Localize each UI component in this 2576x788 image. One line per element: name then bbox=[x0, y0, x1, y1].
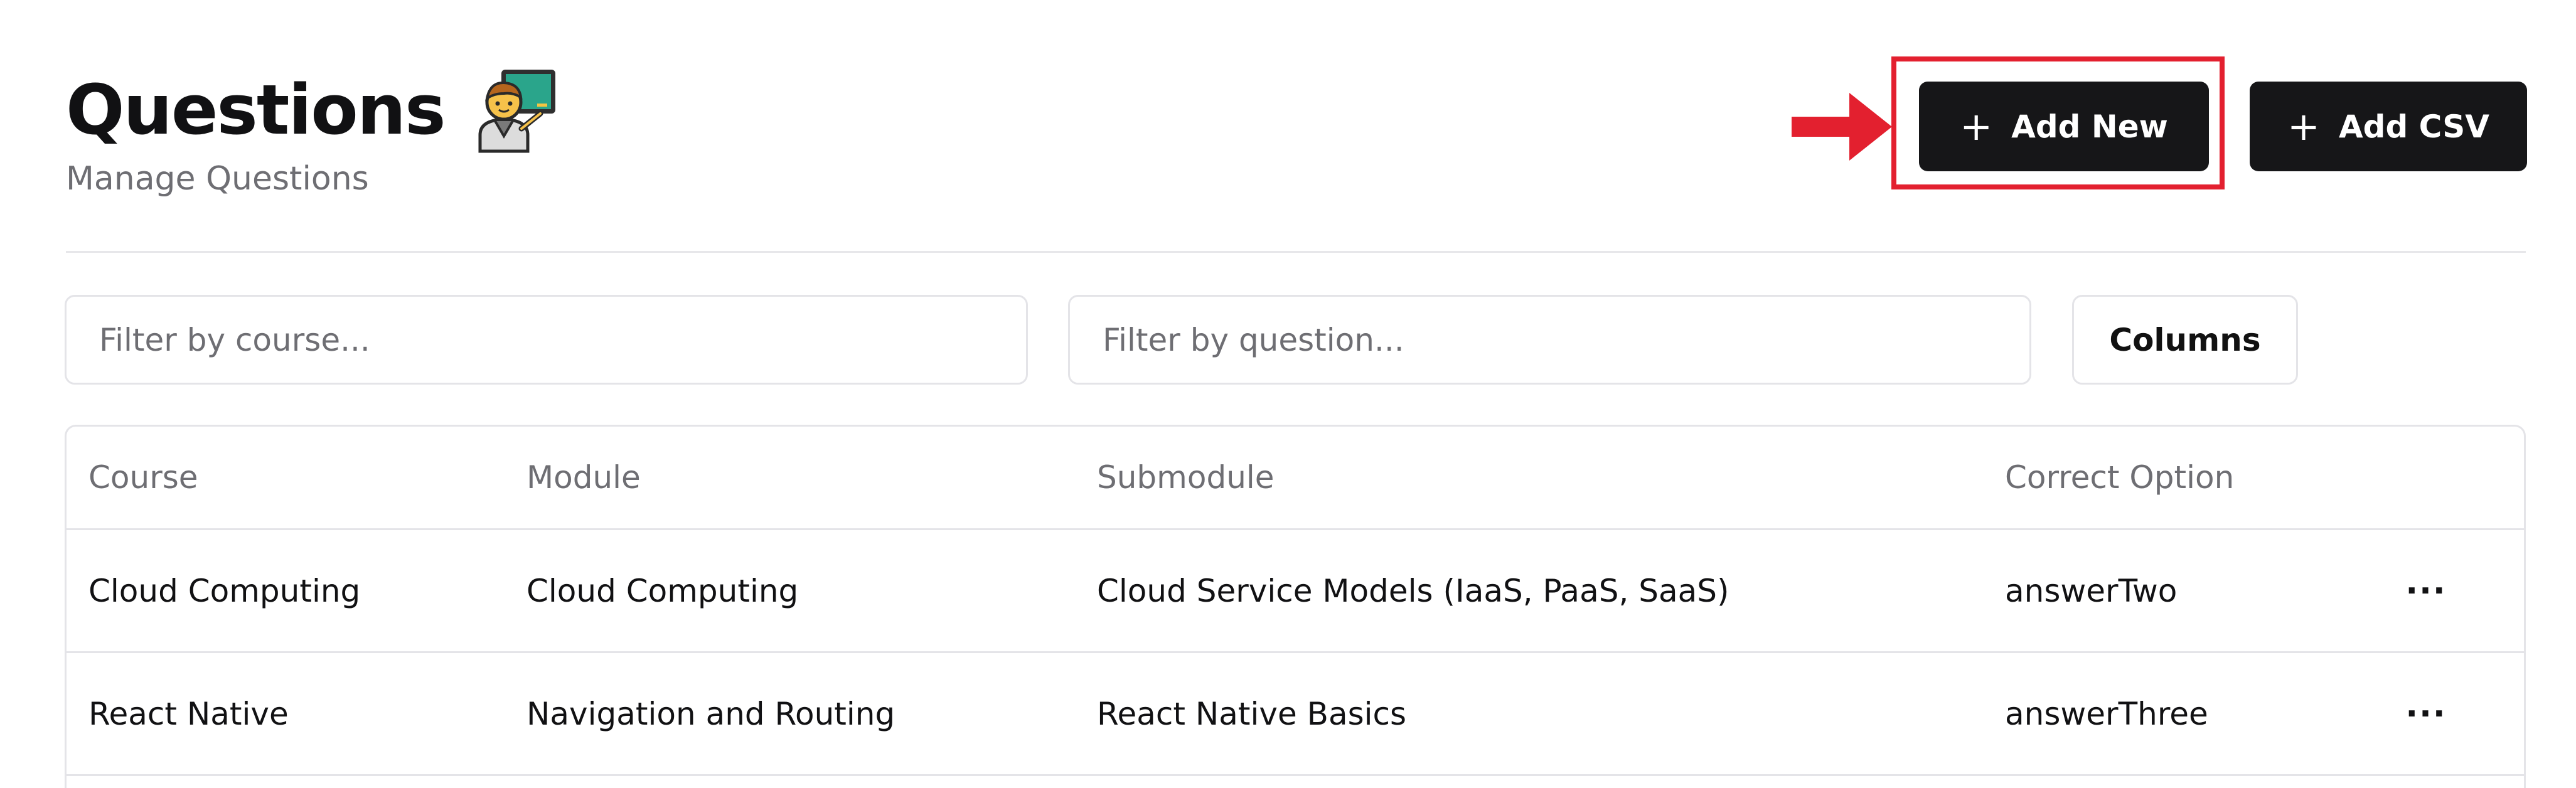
teacher-emoji-icon bbox=[478, 70, 555, 153]
column-header-module[interactable]: Module bbox=[526, 427, 641, 528]
plus-icon: + bbox=[2287, 103, 2320, 149]
cell-module: Cloud Computing bbox=[526, 572, 799, 609]
add-csv-label: Add CSV bbox=[2338, 108, 2489, 145]
table-row[interactable]: React Native Navigation and Routing Reac… bbox=[67, 653, 2524, 776]
plus-icon: + bbox=[1960, 103, 1993, 149]
table-header-row: Course Module Submodule Correct Option bbox=[67, 427, 2524, 530]
add-new-button[interactable]: + Add New bbox=[1919, 82, 2209, 171]
cell-course: React Native bbox=[88, 695, 289, 732]
filter-question-input[interactable] bbox=[1068, 295, 2031, 385]
filter-course-input[interactable] bbox=[65, 295, 1028, 385]
cell-course: Cloud Computing bbox=[88, 572, 361, 609]
cell-correct-option: answerTwo bbox=[2005, 572, 2178, 609]
title-row: Questions bbox=[66, 66, 559, 154]
annotation-arrow-icon bbox=[1792, 93, 1892, 161]
row-actions-menu-icon[interactable]: ··· bbox=[2401, 653, 2451, 774]
row-actions-menu-icon[interactable]: ··· bbox=[2401, 530, 2451, 651]
cell-submodule: Cloud Service Models (IaaS, PaaS, SaaS) bbox=[1097, 572, 1729, 609]
header-divider bbox=[66, 251, 2526, 253]
column-header-course[interactable]: Course bbox=[88, 427, 198, 528]
questions-table: Course Module Submodule Correct Option C… bbox=[65, 425, 2526, 788]
add-csv-button[interactable]: + Add CSV bbox=[2250, 82, 2527, 171]
column-header-correct-option[interactable]: Correct Option bbox=[2005, 427, 2234, 528]
page-title: Questions bbox=[66, 70, 446, 150]
table-row[interactable]: Cloud Computing Cloud Computing Cloud Se… bbox=[67, 530, 2524, 653]
questions-page: Questions Manage Questions + Add New + A… bbox=[0, 0, 2576, 788]
cell-correct-option: answerThree bbox=[2005, 695, 2208, 732]
column-header-submodule[interactable]: Submodule bbox=[1097, 427, 1275, 528]
cell-submodule: React Native Basics bbox=[1097, 695, 1407, 732]
add-new-label: Add New bbox=[2011, 108, 2168, 145]
page-subtitle: Manage Questions bbox=[66, 160, 369, 198]
cell-module: Navigation and Routing bbox=[526, 695, 895, 732]
columns-button[interactable]: Columns bbox=[2072, 295, 2298, 385]
